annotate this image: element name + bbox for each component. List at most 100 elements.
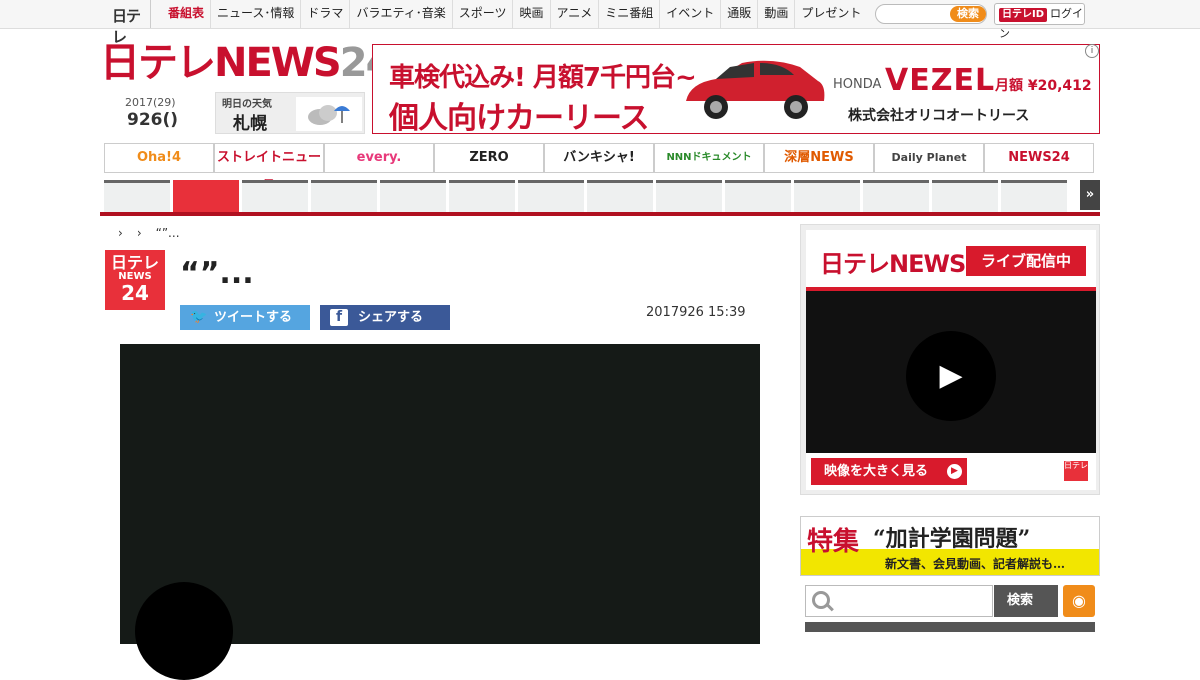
article-logo-line1: 日テレ — [110, 253, 159, 272]
program-link-news24[interactable]: NEWS24 — [984, 143, 1094, 173]
nav-item-mini[interactable]: ミニ番組 — [598, 0, 659, 28]
program-link-oha4[interactable]: Oha!4 — [104, 143, 214, 173]
nav-item-variety[interactable]: バラエティ･音楽 — [349, 0, 451, 28]
category-tab[interactable] — [932, 180, 998, 212]
nav-item-anime[interactable]: アニメ — [549, 0, 599, 28]
program-link-bankisha[interactable]: バンキシャ! — [544, 143, 654, 173]
breadcrumb-separator: › — [136, 226, 142, 240]
program-link-every[interactable]: every. — [324, 143, 434, 173]
live-header: 日テレNEWS24 ライブ配信中 — [806, 230, 1096, 288]
program-links: Oha!4 ストレイトニュース every. ZERO バンキシャ! NNNドキ… — [104, 143, 1094, 193]
category-tab[interactable] — [725, 180, 791, 212]
facebook-icon: f — [330, 309, 348, 326]
car-lease-banner-ad[interactable]: 車検代込み! 月額7千円台~ 個人向けカーリース HONDA VEZEL 月額 … — [372, 44, 1100, 134]
program-link-zero[interactable]: ZERO — [434, 143, 544, 173]
news24-article-logo: 日テレ NEWS 24 — [105, 250, 165, 310]
tweet-button[interactable]: 🐦 ツイートする — [180, 305, 310, 330]
category-tab[interactable] — [311, 180, 377, 212]
program-link-nnn-document[interactable]: NNNドキュメント — [654, 143, 764, 173]
article-title: “”... — [180, 256, 254, 291]
breadcrumb-separator: › — [118, 226, 123, 240]
ad-company: 株式会社オリコオートリース — [848, 108, 1030, 124]
feature-subtitle: 新文書、会見動画、記者解説も… — [885, 557, 1066, 571]
weather-widget[interactable]: 明日の天気 札幌 — [215, 92, 365, 134]
global-search-button[interactable]: 検索 — [950, 6, 986, 22]
ntv-mini-logo: 日テレ — [1064, 461, 1088, 481]
share-label: シェアする — [358, 310, 424, 325]
ntv-id-badge: 日テレID — [999, 8, 1048, 22]
date-year: 2017(29) — [125, 96, 176, 109]
global-nav: 番組表 ニュース･情報 ドラマ バラエティ･音楽 スポーツ 映画 アニメ ミニ番… — [162, 0, 867, 28]
weather-city: 札幌 — [233, 114, 267, 134]
feature-title: “加計学園問題” — [873, 526, 1031, 552]
program-link-straight-news[interactable]: ストレイトニュース — [214, 143, 324, 193]
nav-item-video[interactable]: 動画 — [757, 0, 794, 28]
ad-subheadline: 個人向けカーリース — [389, 101, 649, 134]
play-small-icon: ▶ — [947, 464, 962, 479]
live-brand-text: 日テレNEWS — [820, 250, 966, 278]
category-tab[interactable] — [863, 180, 929, 212]
twitter-bird-icon: 🐦 — [190, 309, 208, 325]
rss-icon[interactable]: ◉ — [1063, 585, 1095, 617]
category-tab[interactable] — [449, 180, 515, 212]
ad-model: VEZEL — [885, 63, 996, 98]
ntv-logo[interactable]: 日テレ — [112, 5, 152, 46]
nav-item-news[interactable]: ニュース･情報 — [210, 0, 300, 28]
category-tab[interactable] — [1001, 180, 1067, 212]
program-link-daily-planet[interactable]: Daily Planet — [874, 143, 984, 173]
category-tab[interactable] — [656, 180, 722, 212]
video-play-icon[interactable] — [135, 582, 233, 680]
nav-item-movie[interactable]: 映画 — [512, 0, 549, 28]
published-date: 2017926 15:39 — [646, 305, 746, 320]
category-tab[interactable] — [587, 180, 653, 212]
category-underline — [100, 212, 1100, 216]
enlarge-video-label: 映像を大きく見る — [824, 464, 929, 479]
category-tab[interactable] — [794, 180, 860, 212]
live-play-icon[interactable]: ▶ — [906, 331, 996, 421]
live-badge: ライブ配信中 — [966, 246, 1086, 276]
enlarge-video-button[interactable]: 映像を大きく見る ▶ — [811, 458, 967, 485]
sidebar-search-input[interactable] — [805, 585, 993, 617]
login-button[interactable]: 日テレID ログイン — [994, 3, 1085, 40]
tweet-label: ツイートする — [214, 310, 293, 325]
sidebar-next-block — [805, 622, 1095, 632]
category-tab[interactable] — [104, 180, 170, 212]
live-footer: 映像を大きく見る ▶ 日テレ — [806, 453, 1096, 490]
red-car-image — [678, 53, 828, 125]
nav-item-drama[interactable]: ドラマ — [300, 0, 349, 28]
category-tab[interactable] — [242, 180, 308, 212]
facebook-share-button[interactable]: f シェアする — [320, 305, 450, 330]
feature-banner-kake[interactable]: 特集 “加計学園問題” 新文書、会見動画、記者解説も… — [800, 516, 1100, 576]
more-categories-icon[interactable]: » — [1080, 180, 1100, 210]
nav-item-sports[interactable]: スポーツ — [451, 0, 513, 28]
article-logo-line3: 24 — [121, 281, 149, 305]
site-logo[interactable]: 日テレNEWS24 — [100, 40, 393, 86]
category-tab[interactable] — [518, 180, 584, 212]
ad-info-icon[interactable]: i — [1085, 44, 1099, 58]
program-link-shinso-news[interactable]: 深層NEWS — [764, 143, 874, 173]
sidebar-search-button[interactable]: 検索 — [994, 585, 1058, 617]
nav-item-shopping[interactable]: 通販 — [720, 0, 757, 28]
nav-item-present[interactable]: プレゼント — [794, 0, 867, 28]
article-video-player[interactable] — [120, 344, 760, 680]
live-stream-widget: 日テレNEWS24 ライブ配信中 ▶ 映像を大きく見る ▶ 日テレ — [800, 224, 1100, 495]
nav-item-programs[interactable]: 番組表 — [162, 0, 210, 28]
logo-divider — [150, 0, 162, 28]
breadcrumb: › › “”... — [118, 226, 194, 240]
cloud-rain-icon — [296, 97, 362, 131]
breadcrumb-current: “”... — [155, 226, 180, 240]
date-day: 926() — [127, 110, 179, 130]
live-video-player[interactable]: ▶ — [806, 287, 1096, 453]
category-tab-active[interactable] — [173, 180, 239, 212]
nav-item-event[interactable]: イベント — [659, 0, 720, 28]
category-tabs: » — [104, 180, 1100, 212]
search-icon-handle — [826, 603, 834, 612]
category-tab[interactable] — [380, 180, 446, 212]
feature-label: 特集 — [807, 527, 860, 557]
ad-headline: 車検代込み! 月額7千円台~ — [389, 63, 697, 93]
ad-price: 月額 ¥20,412 — [995, 78, 1092, 94]
weather-label: 明日の天気 — [222, 99, 272, 110]
site-logo-text: 日テレNEWS — [100, 40, 342, 86]
top-navigation-bar: 日テレ 番組表 ニュース･情報 ドラマ バラエティ･音楽 スポーツ 映画 アニメ… — [0, 0, 1200, 46]
ad-brand: HONDA — [833, 77, 882, 92]
